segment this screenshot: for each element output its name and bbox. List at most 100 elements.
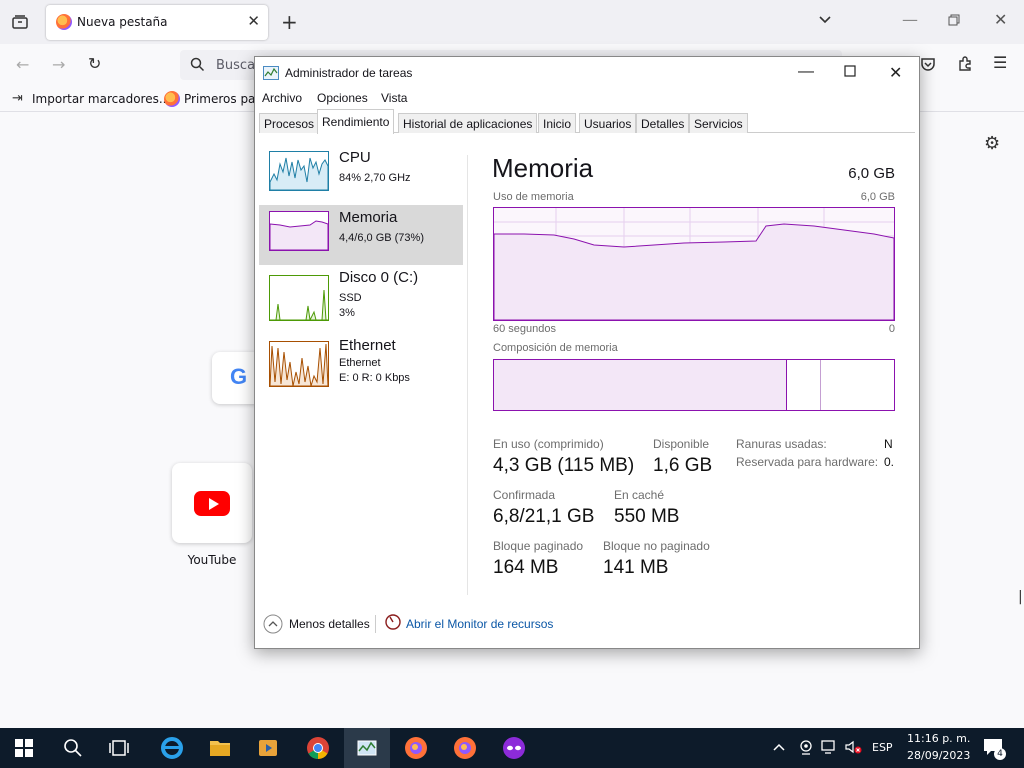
network-tray-icon[interactable]: [820, 738, 844, 762]
composition-label: Composición de memoria: [493, 342, 618, 354]
google-logo-icon: G: [230, 364, 248, 389]
menu-vista[interactable]: Vista: [381, 91, 407, 105]
youtube-shortcut-label: YouTube: [187, 553, 237, 567]
pocket-icon[interactable]: [920, 56, 936, 75]
usage-graph-label: Uso de memoria: [493, 191, 574, 203]
clock-time[interactable]: 11:16 p. m.: [907, 732, 970, 745]
close-browser-icon[interactable]: ✕: [994, 12, 1007, 28]
media-player-icon[interactable]: [256, 736, 280, 760]
extensions-icon[interactable]: [957, 56, 973, 75]
cached-value: 550 MB: [614, 506, 680, 527]
youtube-shortcut[interactable]: [172, 463, 252, 543]
reload-icon[interactable]: ↻: [88, 56, 101, 72]
close-icon[interactable]: ✕: [889, 63, 902, 83]
internet-explorer-icon[interactable]: [160, 736, 184, 760]
search-icon: [190, 57, 205, 75]
disk-thumbnail: [269, 275, 329, 322]
resource-monitor-link[interactable]: Abrir el Monitor de recursos: [406, 617, 553, 631]
paged-pool-label: Bloque paginado: [493, 539, 584, 553]
cursor-icon: |: [1018, 589, 1023, 605]
tab-procesos[interactable]: Procesos: [259, 113, 320, 133]
search-taskbar-icon[interactable]: [62, 737, 86, 761]
youtube-logo-icon: [194, 491, 230, 516]
committed-value: 6,8/21,1 GB: [493, 506, 595, 527]
cached-label: En caché: [614, 488, 665, 502]
tab-strip: Procesos Rendimiento Historial de aplica…: [259, 109, 915, 134]
perf-item-ethernet[interactable]: Ethernet Ethernet E: 0 R: 0 Kbps: [259, 333, 463, 399]
perf-item-disco[interactable]: Disco 0 (C:) SSD 3%: [259, 265, 463, 331]
list-all-tabs-chevron-icon[interactable]: [818, 13, 832, 30]
disk-usage: 3%: [339, 307, 355, 319]
sidebar-divider: [467, 155, 468, 595]
footer-divider: [375, 615, 376, 633]
task-manager-app-icon: [263, 66, 279, 80]
settings-gear-icon[interactable]: ⚙: [984, 135, 1000, 153]
ethernet-thumbnail: [269, 341, 329, 387]
tab-historial[interactable]: Historial de aplicaciones: [398, 113, 538, 133]
tab-list-icon[interactable]: [12, 14, 28, 33]
import-icon: ⇥: [12, 91, 23, 106]
forward-icon[interactable]: →: [52, 57, 65, 73]
ethernet-throughput: E: 0 R: 0 Kbps: [339, 372, 410, 384]
firefox-favicon-icon: [56, 14, 72, 30]
tab-inicio[interactable]: Inicio: [538, 113, 577, 133]
slots-label: Ranuras usadas:: [736, 437, 827, 451]
chrome-icon[interactable]: [306, 736, 330, 760]
app-menu-icon[interactable]: ☰: [993, 55, 1007, 71]
committed-label: Confirmada: [493, 488, 556, 502]
browser-tab-bar: Nueva pestaña ✕ + — ✕: [0, 0, 1024, 44]
menu-opciones[interactable]: Opciones: [317, 91, 368, 105]
browser-tab[interactable]: Nueva pestaña ✕: [46, 5, 268, 40]
disk-name: Disco 0 (C:): [339, 269, 419, 286]
panel-title: Memoria: [492, 153, 594, 183]
firefox-taskbar-icon[interactable]: [404, 736, 428, 760]
perf-item-memoria[interactable]: Memoria 4,4/6,0 GB (73%): [259, 205, 463, 265]
collapse-chevron-icon[interactable]: [263, 614, 283, 638]
task-manager-taskbar-icon[interactable]: [355, 736, 379, 760]
reserved-label: Reservada para hardware:: [736, 455, 879, 469]
slots-value: N: [884, 437, 893, 451]
cpu-name: CPU: [339, 149, 371, 166]
firefox-bookmark-icon: [164, 91, 180, 107]
tab-detalles[interactable]: Detalles: [636, 113, 690, 133]
tab-usuarios[interactable]: Usuarios: [579, 113, 637, 133]
new-tab-icon[interactable]: +: [281, 12, 298, 32]
available-label: Disponible: [653, 437, 710, 451]
cpu-thumbnail: [269, 151, 329, 191]
usage-graph-max: 6,0 GB: [860, 191, 895, 203]
menu-archivo[interactable]: Archivo: [262, 91, 302, 105]
reserved-value: 0.: [884, 455, 895, 469]
tab-close-icon[interactable]: ✕: [247, 12, 260, 30]
nonpaged-pool-value: 141 MB: [603, 557, 669, 578]
firefox-private-taskbar-icon[interactable]: [502, 736, 526, 760]
task-manager-window: Administrador de tareas — ✕ Archivo Opci…: [254, 56, 920, 649]
minimize-icon[interactable]: —: [798, 63, 814, 81]
disk-type: SSD: [339, 292, 362, 304]
less-details-button[interactable]: Menos detalles: [289, 617, 370, 631]
windows-start-icon[interactable]: [14, 738, 38, 762]
firefox-alt-taskbar-icon[interactable]: [453, 736, 477, 760]
file-explorer-icon[interactable]: [208, 736, 232, 760]
minimize-browser-icon[interactable]: —: [902, 12, 918, 28]
graph-time-right: 0: [888, 323, 895, 335]
perf-item-cpu[interactable]: CPU 84% 2,70 GHz: [259, 145, 463, 205]
back-icon[interactable]: ←: [16, 57, 29, 73]
volume-muted-icon[interactable]: [844, 738, 868, 762]
camera-tray-icon[interactable]: [797, 738, 821, 762]
task-view-icon[interactable]: [108, 737, 132, 761]
tab-servicios[interactable]: Servicios: [689, 113, 748, 133]
composition-in-use: [494, 360, 787, 410]
clock-date[interactable]: 28/09/2023: [907, 749, 970, 762]
tab-rendimiento[interactable]: Rendimiento: [317, 109, 395, 134]
in-use-value: 4,3 GB (115 MB): [493, 455, 635, 476]
maximize-icon[interactable]: [844, 64, 856, 82]
show-hidden-icons-chevron-icon[interactable]: [772, 740, 796, 764]
panel-total: 6,0 GB: [848, 165, 895, 182]
bookmark-import[interactable]: Importar marcadores...: [32, 92, 170, 106]
language-indicator[interactable]: ESP: [872, 741, 893, 754]
cpu-usage: 84% 2,70 GHz: [339, 172, 411, 184]
restore-browser-icon[interactable]: [948, 13, 960, 29]
memory-name: Memoria: [339, 209, 398, 226]
window-title: Administrador de tareas: [285, 66, 413, 80]
taskbar: ESP 11:16 p. m. 28/09/2023 4: [0, 728, 1024, 768]
